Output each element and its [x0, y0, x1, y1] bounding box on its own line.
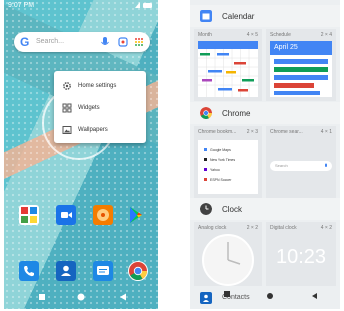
- recents-icon[interactable]: [118, 292, 128, 302]
- menu-item-widgets[interactable]: Widgets: [54, 97, 146, 119]
- analog-clock-face-icon: [202, 234, 254, 286]
- widget-picker-screen: Calendar Month 4 × 5 Schedule 2 × 4 Apri…: [190, 0, 340, 309]
- section-title: Chrome: [222, 109, 251, 118]
- google-logo-icon: G: [20, 35, 30, 49]
- widget-size: 2 × 2: [246, 225, 258, 231]
- widget-name: Chrome bookm...: [198, 129, 237, 135]
- bookmark-label: Yahoo: [210, 168, 220, 172]
- schedule-preview: April 25: [270, 41, 332, 97]
- menu-item-label: Wallpapers: [78, 127, 108, 133]
- calendar-app-icon: [200, 10, 212, 22]
- widget-size: 4 × 2: [320, 225, 332, 231]
- calendar-month-widget[interactable]: Month 4 × 5: [194, 29, 262, 101]
- schedule-header: April 25: [270, 41, 332, 55]
- mic-icon: [325, 163, 327, 167]
- digital-clock-time: 10:23: [276, 246, 327, 268]
- widget-size: 2 × 3: [246, 129, 258, 135]
- widget-name: Month: [198, 32, 212, 38]
- home-screen: 9:07 PM G Search... Home settings Widget…: [4, 0, 158, 309]
- back-icon[interactable]: [223, 290, 231, 298]
- chrome-bookmarks-widget[interactable]: Chrome bookm... 2 × 3 Google Maps New Yo…: [194, 126, 262, 198]
- widget-name: Digital clock: [270, 225, 297, 231]
- widgets-icon: [62, 103, 72, 113]
- status-bar: 9:07 PM: [4, 0, 158, 12]
- menu-item-label: Home settings: [78, 83, 117, 89]
- search-placeholder: Search: [275, 163, 288, 168]
- signal-battery-icon: [135, 2, 152, 8]
- phone-app-icon[interactable]: [19, 261, 39, 281]
- bookmark-label: Google Maps: [210, 148, 231, 152]
- recents-icon[interactable]: [310, 292, 318, 300]
- chrome-search-widget[interactable]: Chrome sear... 4 × 1 Search: [266, 126, 336, 198]
- menu-item-home-settings[interactable]: Home settings: [54, 75, 146, 97]
- duo-app-icon[interactable]: [56, 205, 76, 225]
- bookmark-item: Yahoo: [204, 168, 220, 172]
- clock-section-header: Clock: [190, 198, 340, 220]
- schedule-date: April 25: [274, 44, 298, 51]
- home-long-press-menu: Home settings Widgets Wallpapers: [54, 71, 146, 143]
- bookmark-item: New York Times: [204, 158, 235, 162]
- music-app-icon[interactable]: [93, 205, 113, 225]
- clock-app-icon: [200, 203, 212, 215]
- bookmark-label: ESPN Soccer: [210, 178, 232, 182]
- contacts-app-icon: [200, 292, 212, 304]
- play-store-icon[interactable]: [126, 205, 146, 225]
- analog-clock-widget[interactable]: Analog clock 2 × 2: [194, 222, 262, 288]
- menu-item-wallpapers[interactable]: Wallpapers: [54, 119, 146, 141]
- contacts-section-and-nav: Contacts: [190, 286, 340, 309]
- navigation-bar: [4, 286, 158, 309]
- bookmark-item: ESPN Soccer: [204, 178, 231, 182]
- mic-icon[interactable]: [100, 36, 110, 48]
- widget-size: 4 × 5: [246, 32, 258, 38]
- chrome-search-preview: Search: [270, 161, 332, 171]
- home-icon[interactable]: [76, 292, 86, 302]
- espn-favicon-icon: [204, 178, 207, 181]
- chrome-section-header: Chrome: [190, 102, 340, 124]
- menu-item-label: Widgets: [78, 105, 100, 111]
- month-preview: [198, 41, 258, 97]
- bookmarks-preview: Google Maps New York Times Yahoo ESPN So…: [198, 140, 258, 194]
- widget-size: 4 × 1: [320, 129, 332, 135]
- home-icon[interactable]: [266, 292, 274, 300]
- widget-name: Chrome sear...: [270, 129, 303, 135]
- nyt-favicon-icon: [204, 158, 207, 161]
- section-title: Clock: [222, 205, 243, 214]
- widget-size: 2 × 4: [320, 32, 332, 38]
- bookmark-item: Google Maps: [204, 148, 231, 152]
- chrome-icon: [200, 107, 212, 119]
- back-icon[interactable]: [37, 292, 47, 302]
- widget-name: Analog clock: [198, 225, 227, 231]
- photos-app-icon[interactable]: [19, 205, 39, 225]
- digital-clock-widget[interactable]: Digital clock 4 × 2 10:23: [266, 222, 336, 288]
- apps-grid-icon[interactable]: [134, 36, 144, 48]
- widget-name: Schedule: [270, 32, 291, 38]
- contacts-app-icon[interactable]: [56, 261, 76, 281]
- gear-icon: [63, 82, 71, 90]
- messages-app-icon[interactable]: [93, 261, 113, 281]
- wallpaper-icon: [62, 126, 72, 134]
- calendar-schedule-widget[interactable]: Schedule 2 × 4 April 25: [266, 29, 336, 101]
- chrome-app-icon[interactable]: [128, 261, 148, 281]
- calendar-section-header: Calendar: [190, 5, 340, 27]
- yahoo-favicon-icon: [204, 168, 207, 171]
- lens-icon[interactable]: [118, 36, 128, 48]
- search-placeholder: Search...: [36, 38, 65, 45]
- status-time: 9:07 PM: [8, 2, 35, 9]
- google-search-bar[interactable]: G Search...: [14, 32, 150, 52]
- maps-favicon-icon: [204, 148, 207, 151]
- bookmark-label: New York Times: [210, 158, 236, 162]
- section-title: Calendar: [222, 12, 255, 21]
